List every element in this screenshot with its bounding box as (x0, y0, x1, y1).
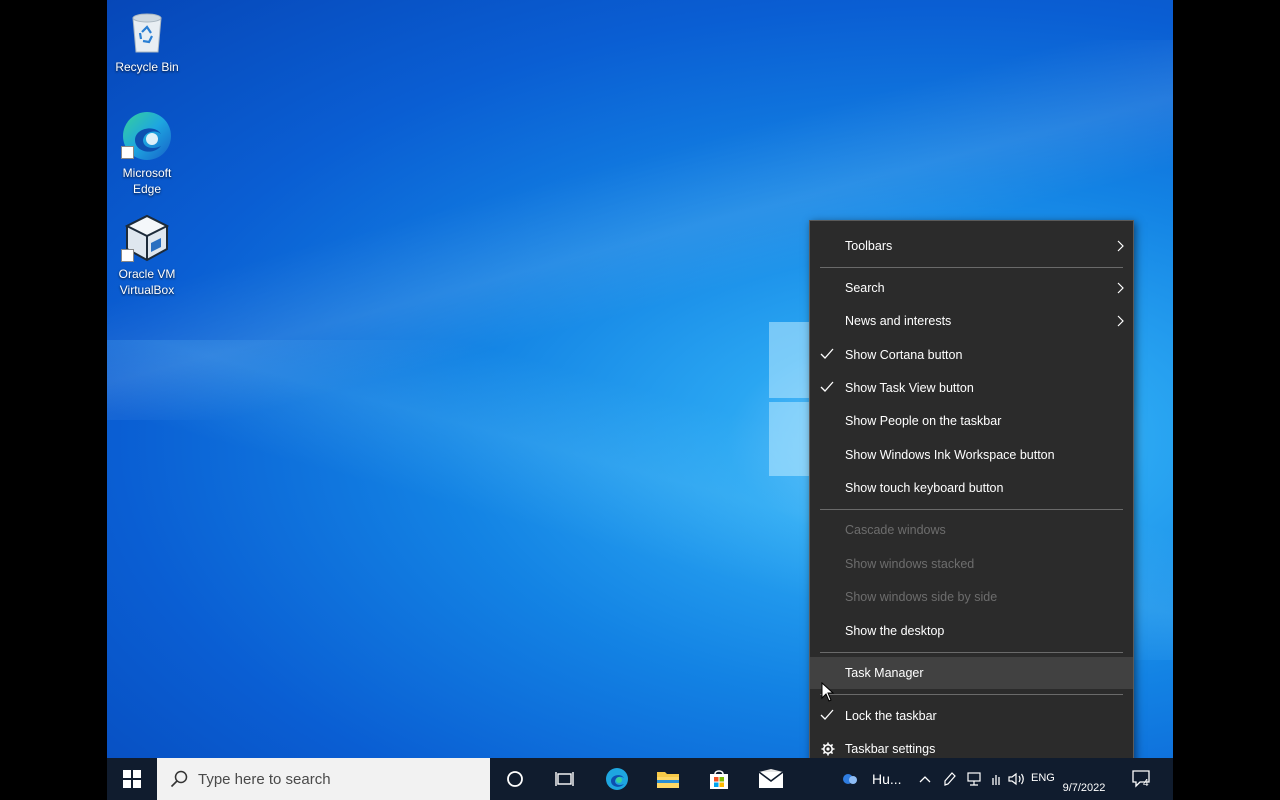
taskbar-edge-button[interactable] (599, 758, 635, 800)
menu-item-show-windows-stacked: Show windows stacked (810, 548, 1133, 580)
search-icon (170, 770, 188, 788)
mail-icon (758, 769, 784, 788)
mouse-cursor-icon (821, 682, 835, 702)
menu-item-label: Toolbars (845, 239, 893, 253)
menu-item-label: Show windows side by side (845, 590, 998, 604)
checkmark-icon (820, 709, 834, 720)
cortana-button[interactable] (497, 758, 533, 800)
menu-item-show-windows-ink[interactable]: Show Windows Ink Workspace button (810, 439, 1133, 471)
speaker-icon (1008, 772, 1024, 786)
network-tray-button[interactable] (965, 758, 983, 800)
taskbar-mail-button[interactable] (753, 758, 789, 800)
checkmark-icon (820, 348, 834, 359)
menu-item-label: Lock the taskbar (845, 709, 937, 723)
taskbar[interactable]: Hu... ENG 9/7/2022 4 (107, 758, 1173, 800)
pen-tray-button[interactable] (941, 758, 957, 800)
menu-item-lock-the-taskbar[interactable]: Lock the taskbar (810, 700, 1133, 732)
cortana-circle-icon (507, 771, 523, 787)
input-language[interactable]: ENG (1031, 772, 1055, 784)
windows-logo-pane (769, 402, 809, 476)
menu-item-label: News and interests (845, 314, 952, 328)
task-view-icon (555, 772, 574, 786)
desktop-icon-label: Microsoft Edge (122, 166, 172, 196)
menu-item-label: Show People on the taskbar (845, 414, 1002, 428)
menu-separator (820, 652, 1123, 653)
menu-item-label: Cascade windows (845, 523, 946, 537)
show-hidden-icons-button[interactable] (917, 758, 933, 800)
task-view-button[interactable] (547, 758, 583, 800)
windows-logo-pane (769, 322, 809, 398)
hand-icon (992, 775, 1000, 785)
menu-item-search[interactable]: Search (810, 272, 1133, 304)
menu-item-show-cortana-button[interactable]: Show Cortana button (810, 339, 1133, 371)
menu-item-cascade-windows: Cascade windows (810, 514, 1133, 546)
checkmark-icon (820, 381, 834, 392)
menu-item-label: Show Windows Ink Workspace button (845, 448, 1055, 462)
menu-item-show-touch-keyboard[interactable]: Show touch keyboard button (810, 472, 1133, 504)
start-button[interactable] (107, 758, 157, 800)
weather-cloud-icon (843, 774, 857, 784)
chevron-right-icon (1117, 282, 1124, 294)
desktop-icon-microsoft-edge[interactable]: Microsoft Edge (107, 110, 187, 197)
desktop-icon-label: Oracle VM VirtualBox (118, 267, 176, 297)
network-icon (967, 772, 981, 786)
folder-icon (657, 772, 679, 788)
menu-separator (820, 267, 1123, 268)
taskbar-search-box[interactable] (157, 758, 490, 800)
shortcut-arrow-icon (121, 146, 134, 159)
menu-item-show-windows-side-by-side: Show windows side by side (810, 581, 1133, 613)
menu-item-show-task-view-button[interactable]: Show Task View button (810, 372, 1133, 404)
chevron-right-icon (1117, 240, 1124, 252)
gear-icon (821, 742, 835, 756)
notification-count: 4 (1143, 778, 1149, 789)
recycle-bin-icon (132, 13, 162, 53)
store-bag-icon (710, 770, 728, 789)
pen-icon (944, 772, 956, 786)
edge-icon (606, 768, 628, 790)
taskbar-file-explorer-button[interactable] (650, 758, 686, 800)
menu-item-news-and-interests[interactable]: News and interests (810, 305, 1133, 337)
chevron-right-icon (1117, 315, 1124, 327)
chevron-up-icon (919, 776, 931, 783)
taskbar-context-menu: Toolbars Search News and interests Show … (809, 220, 1134, 775)
menu-item-label: Show Task View button (845, 381, 974, 395)
weather-icon[interactable] (840, 758, 860, 800)
menu-item-label: Show the desktop (845, 624, 945, 638)
menu-item-label: Search (845, 281, 885, 295)
desktop-icon-recycle-bin[interactable]: Recycle Bin (107, 8, 187, 75)
menu-item-toolbars[interactable]: Toolbars (810, 230, 1133, 262)
taskbar-store-button[interactable] (701, 758, 737, 800)
menu-item-label: Show touch keyboard button (845, 481, 1004, 495)
menu-separator (820, 694, 1123, 695)
menu-item-task-manager[interactable]: Task Manager (810, 657, 1133, 689)
search-input[interactable] (198, 770, 478, 788)
menu-item-label: Show windows stacked (845, 557, 975, 571)
touch-keyboard-tray-button[interactable] (987, 758, 1005, 800)
taskbar-date[interactable]: 9/7/2022 (1059, 782, 1109, 794)
menu-item-show-the-desktop[interactable]: Show the desktop (810, 615, 1133, 647)
desktop-icon-label: Recycle Bin (115, 60, 179, 74)
action-center-button[interactable]: 4 (1129, 758, 1155, 800)
menu-item-show-people[interactable]: Show People on the taskbar (810, 405, 1133, 437)
menu-separator (820, 509, 1123, 510)
menu-item-label: Task Manager (845, 666, 924, 680)
volume-tray-button[interactable] (1007, 758, 1027, 800)
menu-item-label: Show Cortana button (845, 348, 963, 362)
windows-logo-icon (123, 770, 141, 788)
notification-icon (1132, 770, 1150, 788)
weather-label[interactable]: Hu... (872, 771, 902, 787)
shortcut-arrow-icon (121, 249, 134, 262)
desktop-icon-virtualbox[interactable]: Oracle VM VirtualBox (107, 213, 187, 298)
